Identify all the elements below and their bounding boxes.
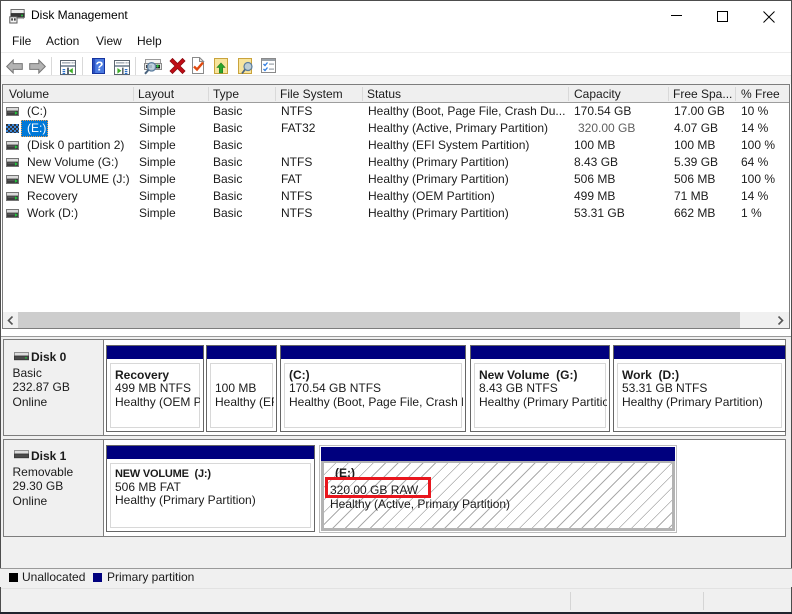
svg-text:?: ?	[96, 59, 104, 74]
